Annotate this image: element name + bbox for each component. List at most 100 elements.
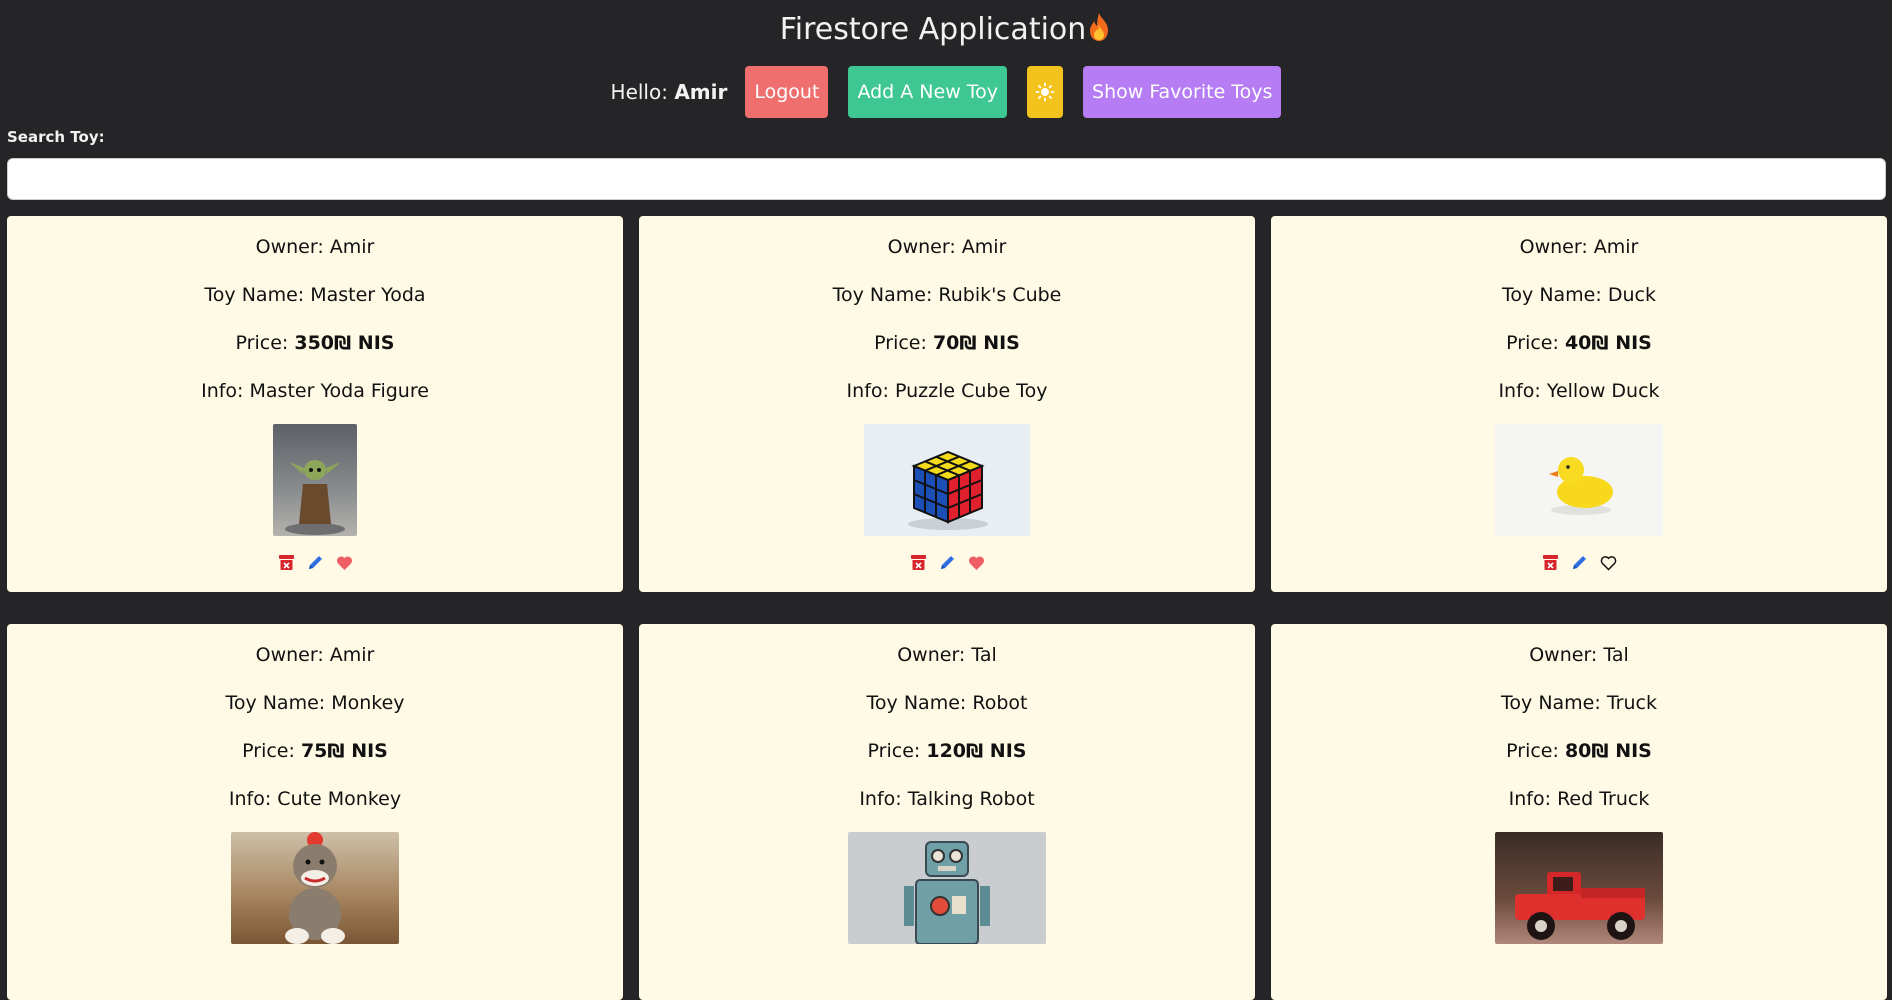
search-label: Search Toy: — [7, 128, 105, 146]
info-value: Cute Monkey — [277, 788, 402, 810]
search-input[interactable] — [7, 158, 1886, 200]
price-label: Price: — [235, 332, 289, 354]
toy-card: Owner: Amir Toy Name: Duck Price: 40₪ NI… — [1271, 216, 1887, 592]
info-value: Master Yoda Figure — [249, 380, 429, 402]
toy-card: Owner: Tal Toy Name: Truck Price: 80₪ NI… — [1271, 624, 1887, 1000]
toy-card: Owner: Amir Toy Name: Master Yoda Price:… — [7, 216, 623, 592]
price-label: Price: — [867, 740, 921, 762]
delete-icon[interactable] — [1542, 554, 1559, 571]
price-line: Price: 350₪ NIS — [236, 332, 395, 380]
owner-value: Tal — [1603, 644, 1629, 666]
owner-line: Owner: Tal — [897, 644, 997, 692]
toy-name-value: Robot — [972, 692, 1028, 714]
toy-name-line: Toy Name: Master Yoda — [204, 284, 425, 332]
fire-icon — [1086, 11, 1112, 55]
price-line: Price: 80₪ NIS — [1506, 740, 1652, 788]
toy-name-line: Toy Name: Rubik's Cube — [833, 284, 1062, 332]
toy-name-line: Toy Name: Truck — [1501, 692, 1657, 740]
delete-icon[interactable] — [910, 554, 927, 571]
username: Amir — [674, 80, 728, 104]
owner-line: Owner: Tal — [1529, 644, 1629, 692]
card-actions — [278, 554, 353, 571]
heart-outline-icon[interactable] — [1600, 555, 1617, 571]
toy-name-value: Rubik's Cube — [938, 284, 1062, 306]
heart-filled-icon[interactable] — [336, 555, 353, 571]
toy-name-label: Toy Name: — [832, 284, 933, 306]
info-line: Info: Puzzle Cube Toy — [847, 380, 1048, 428]
info-label: Info: — [1498, 380, 1541, 402]
logout-button[interactable]: Logout — [745, 66, 829, 118]
toy-card: Owner: Amir Toy Name: Rubik's Cube Price… — [639, 216, 1255, 592]
top-bar: Hello: Amir Logout Add A New Toy Show Fa… — [0, 66, 1892, 118]
info-label: Info: — [846, 380, 889, 402]
price-line: Price: 70₪ NIS — [874, 332, 1020, 380]
theme-toggle-button[interactable] — [1027, 66, 1064, 118]
delete-icon[interactable] — [278, 554, 295, 571]
toy-name-value: Monkey — [331, 692, 405, 714]
card-actions — [910, 554, 985, 571]
toy-grid: Owner: Amir Toy Name: Master Yoda Price:… — [7, 216, 1887, 1000]
owner-label: Owner: — [255, 644, 324, 666]
app-title-text: Firestore Application — [779, 12, 1087, 47]
price-value: 40₪ NIS — [1564, 332, 1652, 354]
owner-label: Owner: — [1529, 644, 1598, 666]
toy-image — [1495, 424, 1663, 536]
toy-name-label: Toy Name: — [225, 692, 326, 714]
owner-value: Amir — [1593, 236, 1639, 258]
info-line: Info: Cute Monkey — [229, 788, 401, 836]
owner-label: Owner: — [1519, 236, 1588, 258]
toy-image — [231, 832, 399, 944]
price-value: 350₪ NIS — [294, 332, 395, 354]
info-line: Info: Master Yoda Figure — [201, 380, 429, 428]
toy-card: Owner: Amir Toy Name: Monkey Price: 75₪ … — [7, 624, 623, 1000]
toy-name-value: Truck — [1606, 692, 1657, 714]
price-line: Price: 40₪ NIS — [1506, 332, 1652, 380]
owner-label: Owner: — [897, 644, 966, 666]
toy-image — [1495, 832, 1663, 944]
owner-line: Owner: Amir — [256, 236, 375, 284]
price-label: Price: — [242, 740, 295, 762]
toy-name-label: Toy Name: — [866, 692, 967, 714]
edit-icon[interactable] — [939, 554, 956, 571]
price-line: Price: 120₪ NIS — [868, 740, 1027, 788]
show-favorites-button[interactable]: Show Favorite Toys — [1083, 66, 1282, 118]
info-value: Yellow Duck — [1546, 380, 1660, 402]
info-line: Info: Talking Robot — [859, 788, 1034, 836]
info-label: Info: — [201, 380, 244, 402]
toy-name-line: Toy Name: Duck — [1502, 284, 1656, 332]
page-title: Firestore Application — [0, 8, 1892, 55]
info-value: Puzzle Cube Toy — [894, 380, 1048, 402]
owner-value: Amir — [961, 236, 1007, 258]
toy-image — [273, 424, 357, 536]
price-value: 120₪ NIS — [926, 740, 1027, 762]
card-actions — [1542, 554, 1617, 571]
toy-name-value: Master Yoda — [310, 284, 426, 306]
price-label: Price: — [1506, 332, 1559, 354]
toy-name-value: Duck — [1607, 284, 1656, 306]
owner-value: Amir — [329, 644, 375, 666]
owner-value: Amir — [329, 236, 375, 258]
greeting: Hello: Amir — [611, 80, 728, 104]
info-value: Red Truck — [1557, 788, 1650, 810]
owner-line: Owner: Amir — [1520, 236, 1639, 284]
toy-name-label: Toy Name: — [1502, 284, 1602, 306]
price-value: 75₪ NIS — [300, 740, 388, 762]
price-label: Price: — [1506, 740, 1559, 762]
edit-icon[interactable] — [307, 554, 324, 571]
owner-label: Owner: — [255, 236, 324, 258]
heart-filled-icon[interactable] — [968, 555, 985, 571]
toy-card: Owner: Tal Toy Name: Robot Price: 120₪ N… — [639, 624, 1255, 1000]
toy-name-label: Toy Name: — [204, 284, 305, 306]
price-value: 70₪ NIS — [932, 332, 1020, 354]
owner-value: Tal — [971, 644, 997, 666]
owner-line: Owner: Amir — [888, 236, 1007, 284]
info-label: Info: — [1508, 788, 1552, 810]
owner-label: Owner: — [887, 236, 956, 258]
toy-name-line: Toy Name: Robot — [867, 692, 1028, 740]
price-label: Price: — [874, 332, 927, 354]
price-value: 80₪ NIS — [1564, 740, 1652, 762]
add-toy-button[interactable]: Add A New Toy — [848, 66, 1008, 118]
greeting-prefix: Hello: — [610, 80, 668, 104]
toy-image — [848, 832, 1046, 944]
edit-icon[interactable] — [1571, 554, 1588, 571]
